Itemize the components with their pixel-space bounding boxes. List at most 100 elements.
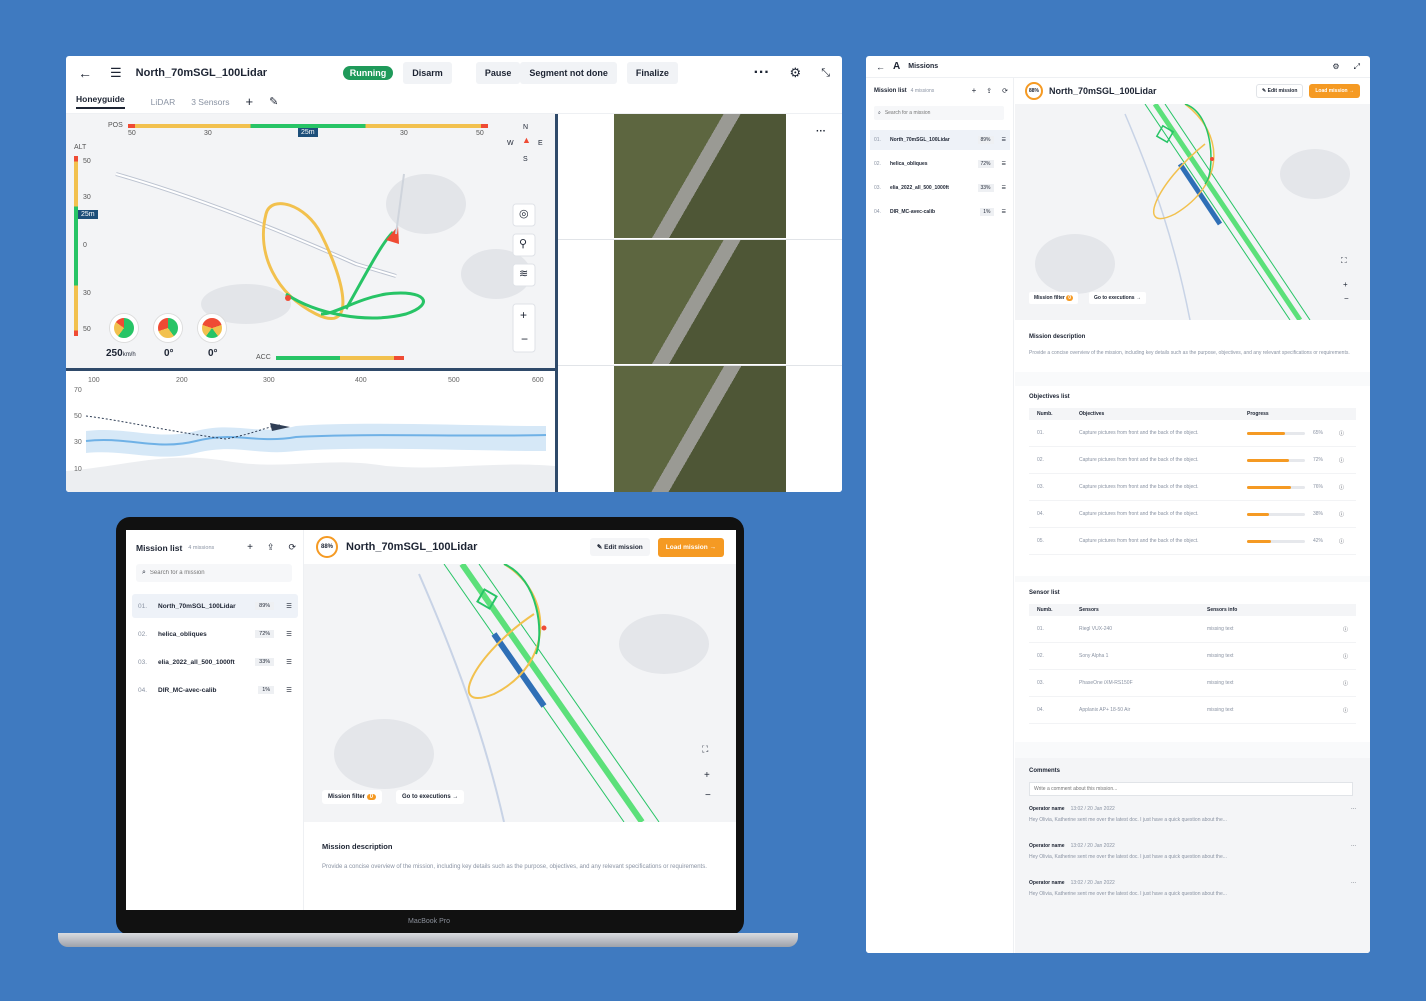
- drag-handle-icon[interactable]: ☰: [286, 686, 292, 694]
- laptop-search[interactable]: ⌕: [136, 564, 292, 582]
- laptop-mission-list-item[interactable]: 02. helica_obliques 72% ☰: [132, 622, 298, 646]
- more-options-icon[interactable]: ···: [754, 64, 770, 82]
- laptop-go-to-executions-button[interactable]: Go to executions →: [396, 790, 465, 804]
- info-icon[interactable]: ⓘ: [1339, 430, 1344, 437]
- collapse-icon[interactable]: ⤡: [821, 67, 830, 80]
- obj-col-num[interactable]: Numb.: [1037, 411, 1079, 417]
- laptop-zoom-out-icon[interactable]: −: [705, 790, 711, 801]
- info-icon[interactable]: ⓘ: [1343, 707, 1348, 714]
- laptop-mission-list-item[interactable]: 04. DIR_MC-avec-calib 1% ☰: [132, 678, 298, 702]
- detail-map[interactable]: ⛶ + − Mission filter 0 Go to executions …: [1015, 104, 1370, 320]
- info-icon[interactable]: ⓘ: [1343, 626, 1348, 633]
- info-icon[interactable]: ⓘ: [1339, 457, 1344, 464]
- comment-more-icon[interactable]: ···: [1351, 806, 1356, 812]
- sensor-col-num[interactable]: Numb.: [1037, 607, 1079, 613]
- gear-icon[interactable]: ⚙: [790, 65, 802, 81]
- laptop-map[interactable]: ⛶ + − Mission filter 0 Go to executions …: [304, 564, 736, 822]
- zoom-in-icon[interactable]: +: [520, 308, 527, 322]
- mission-search[interactable]: ⌕: [874, 106, 1004, 120]
- aerial-image-3[interactable]: [614, 366, 786, 492]
- mission-item-number: 02.: [874, 161, 881, 167]
- comment-text: Hey Olivia, Katherine sent me over the l…: [1029, 854, 1227, 860]
- finalize-button[interactable]: Finalize: [626, 62, 678, 84]
- mission-item-number: 01.: [874, 137, 881, 143]
- laptop-mission-filter-button[interactable]: Mission filter 0: [322, 790, 383, 804]
- drag-handle-icon[interactable]: ☰: [286, 602, 292, 610]
- back-arrow-icon[interactable]: ←: [876, 62, 885, 72]
- search-input[interactable]: [884, 110, 995, 116]
- pos-tick-3: 30: [400, 130, 408, 137]
- drag-handle-icon[interactable]: ☰: [286, 630, 292, 638]
- go-to-executions-button[interactable]: Go to executions →: [1089, 292, 1146, 304]
- sensors-section: Sensor list Numb. Sensors Sensors info 0…: [1015, 582, 1370, 742]
- tab-sensors[interactable]: 3 Sensors: [191, 97, 229, 107]
- laptop-mission-list-item[interactable]: 01. North_70mSGL_100Lidar 89% ☰: [132, 594, 298, 618]
- comment-input[interactable]: [1029, 782, 1353, 796]
- sensor-info: missing text: [1207, 680, 1234, 686]
- compass-n: N: [523, 124, 529, 131]
- feed-more-icon[interactable]: ···: [816, 126, 826, 137]
- laptop-search-input[interactable]: [149, 570, 280, 576]
- laptop-edit-mission-button[interactable]: ✎ Edit mission: [589, 538, 650, 556]
- fullscreen-icon[interactable]: ⛶: [1341, 256, 1347, 266]
- laptop-mission-list-item[interactable]: 03. elia_2022_all_500_1000ft 33% ☰: [132, 650, 298, 674]
- drag-handle-icon[interactable]: ☰: [1002, 161, 1006, 167]
- upload-icon[interactable]: ⇪: [986, 87, 992, 95]
- info-icon[interactable]: ⓘ: [1339, 484, 1344, 491]
- obj-col-progress[interactable]: Progress: [1247, 411, 1269, 417]
- disarm-button[interactable]: Disarm: [403, 62, 452, 84]
- gear-icon[interactable]: ⚙: [1332, 62, 1339, 71]
- mission-item-name: elia_2022_all_500_1000ft: [890, 185, 949, 191]
- layers-icon[interactable]: ≋: [519, 267, 528, 280]
- expand-icon[interactable]: ⤢: [1354, 62, 1360, 72]
- zoom-in-icon[interactable]: +: [1343, 280, 1348, 289]
- laptop-load-mission-button[interactable]: Load mission →: [657, 537, 724, 557]
- sync-icon[interactable]: ⟳: [288, 542, 296, 553]
- detail-header: 88% North_70mSGL_100Lidar ✎ Edit mission…: [1015, 78, 1370, 104]
- obj-col-objectives[interactable]: Objectives: [1079, 411, 1247, 417]
- back-arrow-icon[interactable]: ←: [78, 65, 92, 81]
- drag-handle-icon[interactable]: ☰: [1002, 185, 1006, 191]
- drag-handle-icon[interactable]: ☰: [286, 658, 292, 666]
- info-icon[interactable]: ⓘ: [1343, 680, 1348, 687]
- laptop-zoom-in-icon[interactable]: +: [704, 770, 710, 781]
- upload-icon[interactable]: ⇪: [267, 542, 275, 553]
- zoom-out-icon[interactable]: −: [521, 332, 528, 346]
- pin-icon[interactable]: ⚲: [519, 237, 527, 250]
- edit-pencil-icon[interactable]: ✎: [269, 95, 278, 108]
- drag-handle-icon[interactable]: ☰: [1002, 137, 1006, 143]
- locate-icon[interactable]: ◎: [519, 207, 529, 220]
- drag-handle-icon[interactable]: ☰: [1002, 209, 1006, 215]
- mission-list-item[interactable]: 03. elia_2022_all_500_1000ft 33% ☰: [870, 178, 1010, 198]
- mission-list-item[interactable]: 04. DIR_MC-avec-calib 1% ☰: [870, 202, 1010, 222]
- mission-filter-button[interactable]: Mission filter 0: [1029, 292, 1079, 304]
- aerial-image-2[interactable]: [614, 240, 786, 364]
- comment-more-icon[interactable]: ···: [1351, 843, 1356, 849]
- speed-unit: km/h: [122, 352, 136, 358]
- comment-more-icon[interactable]: ···: [1351, 880, 1356, 886]
- info-icon[interactable]: ⓘ: [1339, 511, 1344, 518]
- sensor-col-sensors[interactable]: Sensors: [1079, 607, 1207, 613]
- pause-button[interactable]: Pause: [475, 62, 521, 84]
- objective-number: 03.: [1037, 484, 1044, 490]
- info-icon[interactable]: ⓘ: [1339, 538, 1344, 545]
- sync-icon[interactable]: ⟳: [1002, 87, 1008, 95]
- info-icon[interactable]: ⓘ: [1343, 653, 1348, 660]
- ops-map[interactable]: POS 50 30 25m 30 50 N W ▲ E S ◎ ⚲ ≋ + − …: [66, 114, 556, 368]
- laptop-fullscreen-icon[interactable]: ⛶: [702, 744, 708, 755]
- segment-not-done-button[interactable]: Segment not done: [520, 62, 617, 84]
- mission-list-item[interactable]: 01. North_70mSGL_100Lidar 89% ☰: [870, 130, 1010, 150]
- add-tab-icon[interactable]: +: [246, 94, 254, 109]
- hamburger-menu-icon[interactable]: ☰: [110, 65, 122, 81]
- tab-lidar[interactable]: LiDAR: [151, 97, 176, 107]
- tab-honeyguide[interactable]: Honeyguide: [76, 94, 125, 109]
- add-mission-icon[interactable]: +: [972, 86, 977, 95]
- aerial-image-1[interactable]: [614, 114, 786, 238]
- load-mission-button[interactable]: Load mission →: [1309, 84, 1360, 98]
- edit-mission-button[interactable]: ✎ Edit mission: [1256, 84, 1304, 98]
- zoom-out-icon[interactable]: −: [1344, 294, 1349, 303]
- mission-list-item[interactable]: 02. helica_obliques 72% ☰: [870, 154, 1010, 174]
- sensor-col-info[interactable]: Sensors info: [1207, 607, 1237, 613]
- add-mission-icon[interactable]: +: [247, 542, 253, 553]
- mission-items: 01. North_70mSGL_100Lidar 89% ☰ 02. heli…: [870, 130, 1010, 226]
